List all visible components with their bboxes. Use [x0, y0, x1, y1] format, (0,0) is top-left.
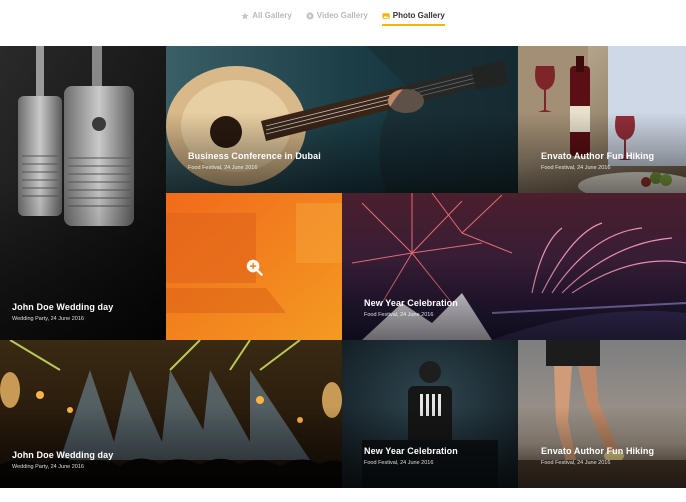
tab-all-gallery-label: All Gallery	[252, 11, 292, 20]
tile-caption: John Doe Wedding day Wedding Party, 24 J…	[12, 450, 113, 470]
tile-caption: Envato Author Fun Hiking Food Festival, …	[541, 446, 654, 466]
gallery-item[interactable]	[166, 193, 342, 340]
gallery-item[interactable]: John Doe Wedding day Wedding Party, 24 J…	[0, 46, 166, 340]
tile-caption: New Year Celebration Food Festival, 24 J…	[364, 298, 458, 318]
tab-video-gallery[interactable]: Video Gallery	[306, 11, 368, 24]
tile-shade	[0, 46, 166, 340]
tile-title: John Doe Wedding day	[12, 302, 114, 312]
tile-title: New Year Celebration	[364, 298, 458, 308]
tile-subtitle: Food Festival, 24 June 2016	[541, 165, 611, 171]
tile-title: Envato Author Fun Hiking	[541, 151, 655, 161]
photo-gallery-grid: John Doe Wedding day Wedding Party, 24 J…	[0, 46, 686, 488]
gallery-item[interactable]: Envato Author Fun Hiking Food Festival, …	[518, 46, 686, 193]
tab-photo-gallery[interactable]: Photo Gallery	[381, 11, 445, 26]
tab-video-gallery-label: Video Gallery	[316, 11, 368, 20]
tile-caption: Envato Author Fun Hiking Food Festival, …	[541, 151, 654, 171]
gallery-item[interactable]: Business Conference in Dubai Food Festiv…	[166, 46, 518, 193]
gallery-item[interactable]: Envato Author Fun Hiking Food Festival, …	[518, 340, 686, 488]
tile-caption: Business Conference in Dubai Food Festiv…	[188, 151, 321, 171]
gallery-item[interactable]: New Year Celebration Food Festival, 24 J…	[342, 340, 518, 488]
tile-title: Envato Author Fun Hiking	[541, 446, 655, 456]
tile-title: New Year Celebration	[364, 446, 458, 456]
tile-subtitle: Food Festival, 24 June 2016	[188, 165, 258, 171]
zoom-in-icon[interactable]	[245, 258, 263, 276]
tile-subtitle: Food Festival, 24 June 2016	[541, 460, 611, 466]
tab-photo-gallery-label: Photo Gallery	[392, 11, 445, 20]
star-icon	[241, 11, 249, 19]
tile-caption: New Year Celebration Food Festival, 24 J…	[364, 446, 458, 466]
tile-title: John Doe Wedding day	[12, 450, 114, 460]
gallery-item[interactable]: New Year Celebration Food Festival, 24 J…	[342, 193, 686, 340]
tile-title: Business Conference in Dubai	[188, 151, 321, 161]
gallery-item[interactable]: John Doe Wedding day Wedding Party, 24 J…	[0, 340, 342, 488]
tile-subtitle: Wedding Party, 24 June 2016	[12, 464, 84, 470]
tile-subtitle: Food Festival, 24 June 2016	[364, 312, 434, 318]
play-circle-icon	[306, 11, 314, 20]
tile-subtitle: Wedding Party, 24 June 2016	[12, 316, 84, 322]
tile-caption: John Doe Wedding day Wedding Party, 24 J…	[12, 302, 113, 322]
gallery-filter-tabs: All Gallery Video Gallery Photo Gallery	[0, 0, 686, 46]
tile-subtitle: Food Festival, 24 June 2016	[364, 460, 434, 466]
tab-all-gallery[interactable]: All Gallery	[241, 11, 292, 24]
image-icon	[382, 12, 390, 19]
